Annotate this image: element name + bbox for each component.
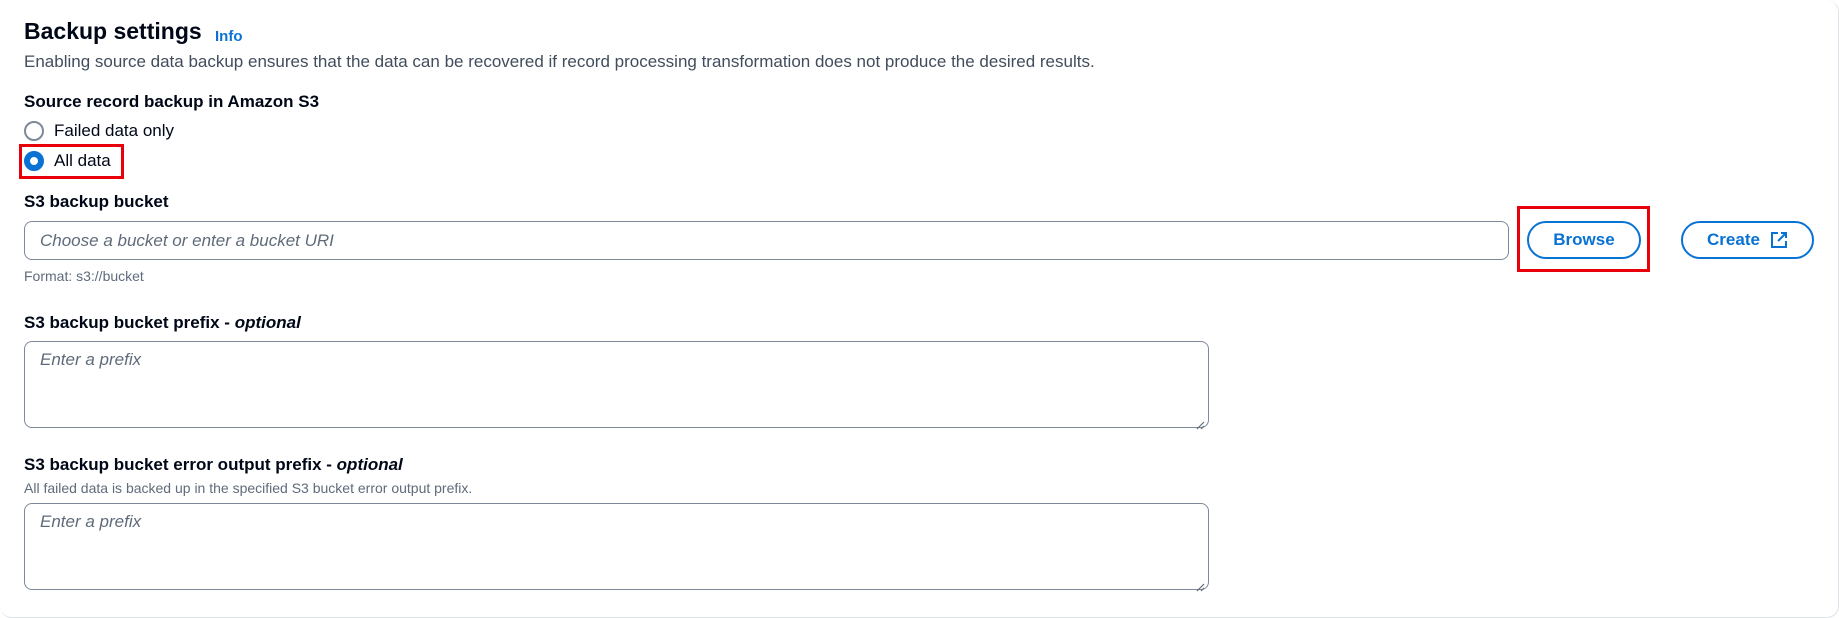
error-prefix-label-text: S3 backup bucket error output prefix - <box>24 455 337 474</box>
create-button[interactable]: Create <box>1681 221 1814 259</box>
section-title: Backup settings <box>24 18 202 44</box>
radio-label: All data <box>54 151 111 170</box>
prefix-label: S3 backup bucket prefix - optional <box>24 313 301 333</box>
radio-failed-data-only[interactable]: Failed data only <box>24 121 174 141</box>
error-prefix-label: S3 backup bucket error output prefix - o… <box>24 455 403 475</box>
prefix-placeholder: Enter a prefix <box>40 350 142 369</box>
prefix-textarea[interactable]: Enter a prefix <box>24 341 1209 430</box>
prefix-optional-text: optional <box>234 313 301 332</box>
prefix-label-text: S3 backup bucket prefix - <box>24 313 235 332</box>
browse-button[interactable]: Browse <box>1527 221 1641 259</box>
external-link-icon <box>1770 231 1788 249</box>
radio-all-data[interactable]: All data <box>24 151 111 171</box>
error-prefix-textarea[interactable]: Enter a prefix <box>24 503 1209 592</box>
error-prefix-placeholder: Enter a prefix <box>40 512 142 531</box>
bucket-format-hint: Format: s3://bucket <box>24 268 144 284</box>
radio-button-checked[interactable] <box>24 151 44 171</box>
backup-settings-panel: Backup settings Info Enabling source dat… <box>0 0 1839 618</box>
radio-label: Failed data only <box>54 121 175 140</box>
create-button-label: Create <box>1707 230 1760 249</box>
resize-grip-icon[interactable] <box>1196 415 1205 430</box>
bucket-input[interactable]: Choose a bucket or enter a bucket URI <box>24 221 1509 260</box>
error-prefix-hint: All failed data is backed up in the spec… <box>24 480 473 496</box>
error-prefix-optional-text: optional <box>336 455 403 474</box>
browse-button-label: Browse <box>1553 230 1615 249</box>
section-description: Enabling source data backup ensures that… <box>24 52 1095 71</box>
bucket-label: S3 backup bucket <box>24 192 169 211</box>
resize-grip-icon[interactable] <box>1196 577 1205 592</box>
info-link[interactable]: Info <box>215 28 243 45</box>
bucket-input-placeholder: Choose a bucket or enter a bucket URI <box>40 230 334 250</box>
radio-button-unchecked[interactable] <box>24 121 44 141</box>
source-backup-label: Source record backup in Amazon S3 <box>24 92 320 111</box>
